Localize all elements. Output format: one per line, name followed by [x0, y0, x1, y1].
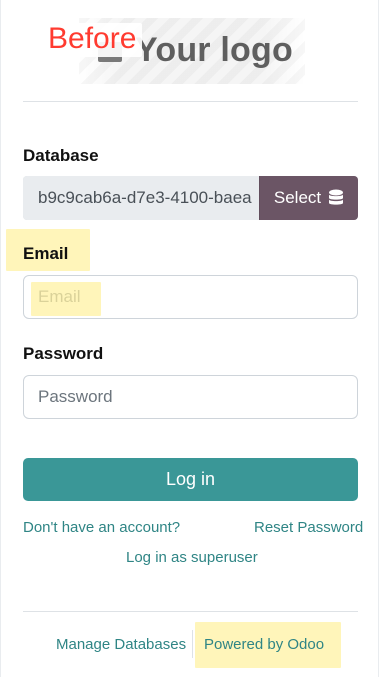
manage-databases-link[interactable]: Manage Databases — [56, 636, 186, 653]
footer-separator — [192, 630, 193, 658]
database-selector: b9c9cab6a-d7e3-4100-baea Select — [23, 176, 358, 220]
logo-divider — [23, 101, 358, 102]
logo-text: Your logo — [135, 31, 293, 69]
powered-by-link[interactable]: Powered by Odoo — [204, 636, 324, 653]
database-select-label: Select — [273, 188, 322, 207]
password-label: Password — [23, 344, 104, 363]
database-value-field[interactable]: b9c9cab6a-d7e3-4100-baea — [23, 176, 259, 220]
before-annotation-label: Before — [42, 23, 143, 57]
password-input[interactable] — [24, 376, 357, 418]
login-button[interactable]: Log in — [23, 458, 358, 501]
footer-divider-line — [23, 611, 358, 612]
password-field[interactable] — [23, 375, 358, 419]
signup-link[interactable]: Don't have an account? — [23, 519, 180, 536]
database-label: Database — [23, 146, 99, 165]
reset-password-link[interactable]: Reset Password — [254, 519, 363, 536]
email-label: Email — [23, 244, 69, 263]
login-page: Your logo Before Database b9c9cab6a-d7e3… — [0, 0, 379, 677]
email-field[interactable] — [23, 275, 358, 319]
superuser-login-link[interactable]: Log in as superuser — [126, 549, 258, 566]
database-icon — [328, 189, 344, 207]
email-input[interactable] — [24, 276, 357, 318]
database-select-button[interactable]: Select — [259, 176, 358, 220]
